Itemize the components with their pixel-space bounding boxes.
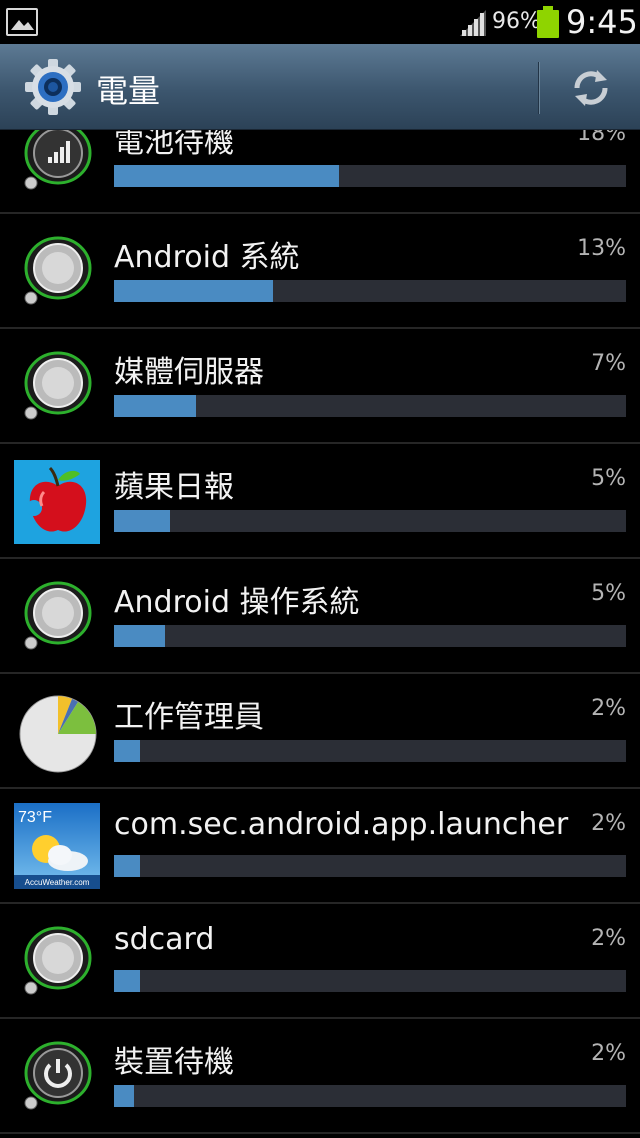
refresh-button[interactable] [556, 60, 626, 116]
usage-bar-fill [114, 1085, 135, 1107]
usage-bar-fill [114, 855, 140, 877]
usage-bar [114, 510, 626, 532]
accuweather-icon: 73°F AccuWeather.com [14, 803, 100, 889]
list-item[interactable]: 蘋果日報 5% [0, 444, 640, 559]
usage-bar-fill [114, 280, 273, 302]
page-title: 電量 [96, 72, 161, 110]
usage-percent: 7% [591, 351, 626, 376]
app-name: 媒體伺服器 [114, 355, 264, 390]
action-bar-divider [538, 62, 540, 114]
action-bar: 電量 [0, 44, 640, 130]
usage-percent: 2% [591, 811, 626, 836]
list-item[interactable]: 電池待機 18% [0, 130, 640, 214]
battery-percent: 96% [492, 9, 541, 34]
usage-bar [114, 855, 626, 877]
app-name: 蘋果日報 [114, 470, 234, 505]
usage-bar [114, 395, 626, 417]
app-name: 電池待機 [114, 130, 234, 160]
cell-standby-icon [24, 130, 92, 190]
usage-bar-fill [114, 395, 196, 417]
app-name: 裝置待機 [114, 1045, 234, 1080]
usage-bar [114, 165, 626, 187]
weather-caption: AccuWeather.com [25, 878, 90, 887]
list-item[interactable]: Android 系統 13% [0, 214, 640, 329]
usage-percent: 2% [591, 1041, 626, 1066]
usage-bar [114, 740, 626, 762]
list-item[interactable]: 工作管理員 2% [0, 674, 640, 789]
usage-bar-fill [114, 625, 166, 647]
app-name: sdcard [114, 922, 215, 957]
list-item[interactable]: 73°F AccuWeather.com com.sec.android.app… [0, 789, 640, 904]
usage-percent: 18% [577, 130, 626, 146]
usage-bar [114, 280, 626, 302]
battery-usage-list: 電池待機 18% Android 系統 13% 媒體伺服器 7% 蘋果日報 5%… [0, 130, 640, 1138]
usage-percent: 13% [577, 236, 626, 261]
device-idle-icon [24, 1041, 92, 1110]
status-bar: 96% 9:45 [0, 0, 640, 44]
sdcard-icon [24, 926, 92, 995]
settings-gear-icon[interactable] [24, 58, 82, 116]
signal-strength-icon [460, 10, 486, 36]
app-name: com.sec.android.app.launcher [114, 807, 569, 842]
refresh-icon [574, 70, 608, 106]
usage-percent: 2% [591, 926, 626, 951]
usage-percent: 5% [591, 581, 626, 606]
usage-bar [114, 1085, 626, 1107]
weather-temp: 73°F [18, 809, 52, 826]
task-manager-icon [19, 695, 97, 773]
clock: 9:45 [566, 3, 638, 41]
usage-bar [114, 625, 626, 647]
usage-percent: 2% [591, 696, 626, 721]
list-item[interactable]: 媒體伺服器 7% [0, 329, 640, 444]
app-name: 工作管理員 [114, 700, 264, 735]
list-item[interactable]: sdcard 2% [0, 904, 640, 1019]
usage-bar [114, 970, 626, 992]
android-os-icon [24, 581, 92, 650]
android-system-icon [24, 236, 92, 305]
usage-bar-fill [114, 510, 171, 532]
usage-bar-fill [114, 740, 140, 762]
battery-icon [537, 6, 559, 38]
gallery-notification-icon [6, 8, 38, 36]
usage-percent: 5% [591, 466, 626, 491]
app-name: Android 操作系統 [114, 585, 360, 620]
usage-bar-fill [114, 165, 340, 187]
usage-bar-fill [114, 970, 140, 992]
app-name: Android 系統 [114, 240, 300, 275]
list-item[interactable]: Android 操作系統 5% [0, 559, 640, 674]
list-item[interactable]: 裝置待機 2% [0, 1019, 640, 1134]
media-server-icon [24, 351, 92, 420]
apple-daily-icon [14, 460, 100, 544]
